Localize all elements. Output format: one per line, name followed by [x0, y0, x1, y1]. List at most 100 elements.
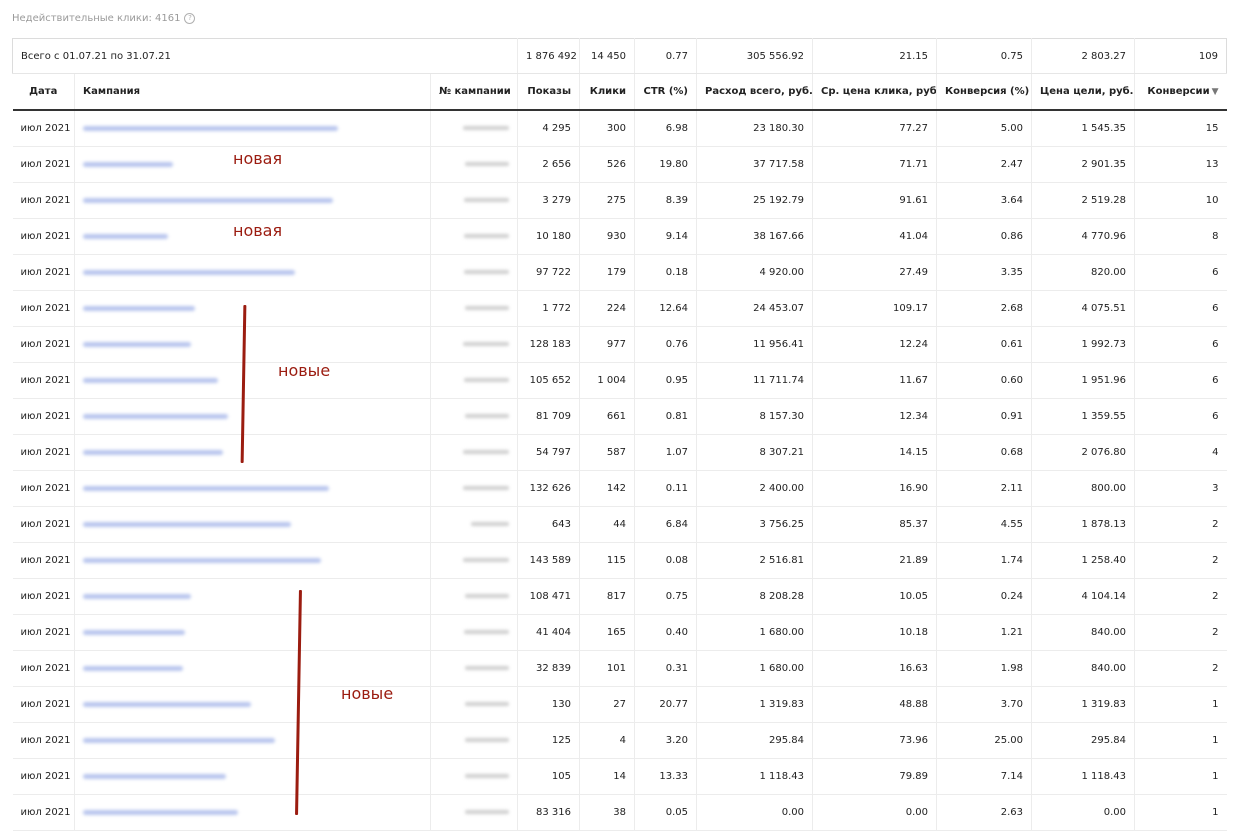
row-goal-cost: 2 076.80 [1031, 434, 1135, 471]
row-conversions: 6 [1134, 362, 1227, 399]
col-campaign-no[interactable]: № кампании [430, 73, 518, 111]
row-campaign-link[interactable] [83, 485, 329, 491]
row-conv-rate: 0.60 [936, 362, 1032, 399]
table-row: июл 2021 143 589 115 0.08 2 516.81 21.89 1.74 1… [12, 542, 1227, 579]
col-conversions[interactable]: Конверсии ▼ [1134, 73, 1227, 111]
row-date: июл 2021 [12, 362, 75, 399]
row-campaign-link[interactable] [83, 593, 191, 599]
row-ctr: 0.76 [634, 326, 697, 363]
row-avg-cpc: 48.88 [812, 686, 937, 723]
row-campaign-link[interactable] [83, 557, 321, 563]
col-campaign[interactable]: Кампания [74, 73, 431, 111]
row-date: июл 2021 [12, 650, 75, 687]
row-conversions: 1 [1134, 794, 1227, 831]
table-row: июл 2021 41 404 165 0.40 1 680.00 10.18 1.21 84… [12, 614, 1227, 651]
row-impressions: 143 589 [517, 542, 580, 579]
row-avg-cpc: 10.18 [812, 614, 937, 651]
invalid-clicks-text: Недействительные клики: 4161 [12, 13, 181, 24]
row-goal-cost: 840.00 [1031, 650, 1135, 687]
row-clicks: 817 [579, 578, 635, 615]
row-campaign-id-cell [430, 506, 518, 543]
table-row: июл 2021 108 471 817 0.75 8 208.28 10.05 0.24 4… [12, 578, 1227, 615]
totals-spend: 305 556.92 [696, 38, 813, 74]
table-row: июл 2021 130 27 20.77 1 319.83 48.88 3.70 1 319… [12, 686, 1227, 723]
row-campaign-link[interactable] [83, 161, 173, 167]
row-campaign-link[interactable] [83, 305, 195, 311]
totals-period: Всего с 01.07.21 по 31.07.21 [12, 38, 518, 74]
row-clicks: 44 [579, 506, 635, 543]
row-campaign-id [464, 198, 509, 202]
table-row: июл 2021 97 722 179 0.18 4 920.00 27.49 3.35 82… [12, 254, 1227, 291]
help-icon[interactable]: ? [184, 13, 196, 24]
row-goal-cost: 820.00 [1031, 254, 1135, 291]
col-spend[interactable]: Расход всего, руб. [696, 73, 813, 111]
row-spend: 4 920.00 [696, 254, 813, 291]
row-date: июл 2021 [12, 614, 75, 651]
row-campaign-link[interactable] [83, 521, 291, 527]
row-goal-cost: 1 992.73 [1031, 326, 1135, 363]
row-spend: 295.84 [696, 722, 813, 759]
row-campaign-cell [74, 326, 431, 363]
row-ctr: 6.84 [634, 506, 697, 543]
col-goal-cost[interactable]: Цена цели, руб. [1031, 73, 1135, 111]
row-campaign-link[interactable] [83, 125, 338, 131]
row-spend: 1 319.83 [696, 686, 813, 723]
row-goal-cost: 840.00 [1031, 614, 1135, 651]
row-ctr: 0.95 [634, 362, 697, 399]
row-clicks: 179 [579, 254, 635, 291]
row-avg-cpc: 91.61 [812, 182, 937, 219]
row-campaign-link[interactable] [83, 629, 185, 635]
row-avg-cpc: 16.90 [812, 470, 937, 507]
row-date: июл 2021 [12, 578, 75, 615]
row-campaign-id-cell [430, 326, 518, 363]
row-campaign-id [464, 234, 509, 238]
col-conv-rate[interactable]: Конверсия (%) [936, 73, 1032, 111]
col-avg-cpc[interactable]: Ср. цена клика, руб. [812, 73, 937, 111]
table-row: июл 2021 4 295 300 6.98 23 180.30 77.27 5.00 1 … [12, 110, 1227, 147]
row-conversions: 2 [1134, 614, 1227, 651]
row-conv-rate: 7.14 [936, 758, 1032, 795]
row-campaign-link[interactable] [83, 737, 275, 743]
row-spend: 3 756.25 [696, 506, 813, 543]
row-campaign-link[interactable] [83, 665, 183, 671]
row-campaign-link[interactable] [83, 341, 191, 347]
row-campaign-cell [74, 614, 431, 651]
row-conversions: 10 [1134, 182, 1227, 219]
row-date: июл 2021 [12, 182, 75, 219]
row-campaign-link[interactable] [83, 449, 223, 455]
row-impressions: 125 [517, 722, 580, 759]
row-date: июл 2021 [12, 758, 75, 795]
row-campaign-cell [74, 650, 431, 687]
row-spend: 24 453.07 [696, 290, 813, 327]
row-campaign-link[interactable] [83, 377, 218, 383]
row-spend: 2 400.00 [696, 470, 813, 507]
totals-impressions: 1 876 492 [517, 38, 580, 74]
col-date[interactable]: Дата [12, 73, 75, 111]
row-campaign-cell [74, 434, 431, 471]
row-conversions: 3 [1134, 470, 1227, 507]
col-ctr[interactable]: CTR (%) [634, 73, 697, 111]
row-ctr: 9.14 [634, 218, 697, 255]
row-campaign-link[interactable] [83, 233, 168, 239]
row-date: июл 2021 [12, 470, 75, 507]
row-conv-rate: 2.63 [936, 794, 1032, 831]
row-campaign-link[interactable] [83, 197, 333, 203]
col-clicks[interactable]: Клики [579, 73, 635, 111]
row-impressions: 54 797 [517, 434, 580, 471]
row-ctr: 1.07 [634, 434, 697, 471]
row-conversions: 2 [1134, 578, 1227, 615]
row-campaign-link[interactable] [83, 773, 226, 779]
row-goal-cost: 4 075.51 [1031, 290, 1135, 327]
totals-clicks: 14 450 [579, 38, 635, 74]
totals-conversions: 109 [1134, 38, 1227, 74]
row-avg-cpc: 109.17 [812, 290, 937, 327]
table-row: июл 2021 10 180 930 9.14 38 167.66 41.04 0.86 4… [12, 218, 1227, 255]
row-campaign-id [465, 738, 509, 742]
row-campaign-link[interactable] [83, 809, 238, 815]
row-campaign-cell [74, 506, 431, 543]
col-impressions[interactable]: Показы [517, 73, 580, 111]
row-campaign-link[interactable] [83, 269, 295, 275]
row-campaign-link[interactable] [83, 701, 251, 707]
row-campaign-link[interactable] [83, 413, 228, 419]
totals-avg-cpc: 21.15 [812, 38, 937, 74]
